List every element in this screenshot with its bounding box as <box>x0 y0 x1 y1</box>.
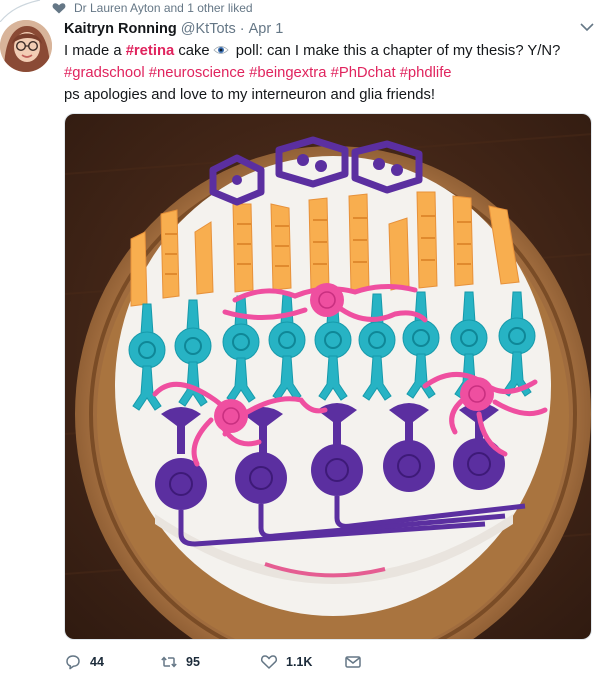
separator: · <box>239 21 245 37</box>
like-count: 1.1K <box>286 655 313 669</box>
tweet-header: Kaitryn Ronning @KtTots · Apr 1 <box>64 18 592 40</box>
avatar[interactable] <box>0 20 52 72</box>
like-icon <box>260 655 278 669</box>
direct-message-button[interactable] <box>344 653 362 671</box>
text-fragment: I made a <box>64 43 126 59</box>
thread-connector <box>0 0 41 22</box>
tweet-line-2: #gradschool #neuroscience #beingextra #P… <box>64 62 594 84</box>
reply-icon <box>66 655 80 670</box>
hashtag-link[interactable]: #phdlife <box>400 65 452 81</box>
eye-icon <box>213 46 229 54</box>
social-context-text[interactable]: Dr Lauren Ayton and 1 other liked <box>74 1 253 15</box>
reply-button[interactable]: 44 <box>64 653 160 671</box>
tweet-actions: 44 95 1.1K <box>64 650 362 674</box>
tweet-date[interactable]: Apr 1 <box>249 21 284 37</box>
heart-icon <box>52 3 66 14</box>
text-fragment: poll: can I make this a chapter of my th… <box>231 43 561 59</box>
retweet-icon <box>161 656 177 668</box>
avatar-photo <box>0 20 52 72</box>
caret-down-icon[interactable] <box>580 22 594 32</box>
hashtag-link[interactable]: #beingextra <box>249 65 326 81</box>
retweet-count: 95 <box>186 655 200 669</box>
hashtag-link[interactable]: #gradschool <box>64 65 145 81</box>
user-handle[interactable]: @KtTots <box>181 21 236 37</box>
reply-count: 44 <box>90 655 104 669</box>
text-fragment: cake <box>174 43 210 59</box>
retweet-button[interactable]: 95 <box>160 653 260 671</box>
social-context: Dr Lauren Ayton and 1 other liked <box>52 0 253 16</box>
tweet-photo[interactable] <box>64 113 592 640</box>
like-button[interactable]: 1.1K <box>260 653 344 671</box>
display-name[interactable]: Kaitryn Ronning <box>64 21 177 37</box>
hashtag-retina[interactable]: #retina <box>126 43 175 59</box>
hashtag-link[interactable]: #PhDchat <box>331 65 396 81</box>
tweet-line-3: ps apologies and love to my interneuron … <box>64 87 435 103</box>
tweet-text: I made a #retina cake poll: can I make t… <box>64 40 594 106</box>
retina-cake-photo <box>65 114 591 639</box>
envelope-icon <box>345 656 361 668</box>
hashtag-link[interactable]: #neuroscience <box>149 65 245 81</box>
tweet-line-1: I made a #retina cake poll: can I make t… <box>64 40 594 62</box>
